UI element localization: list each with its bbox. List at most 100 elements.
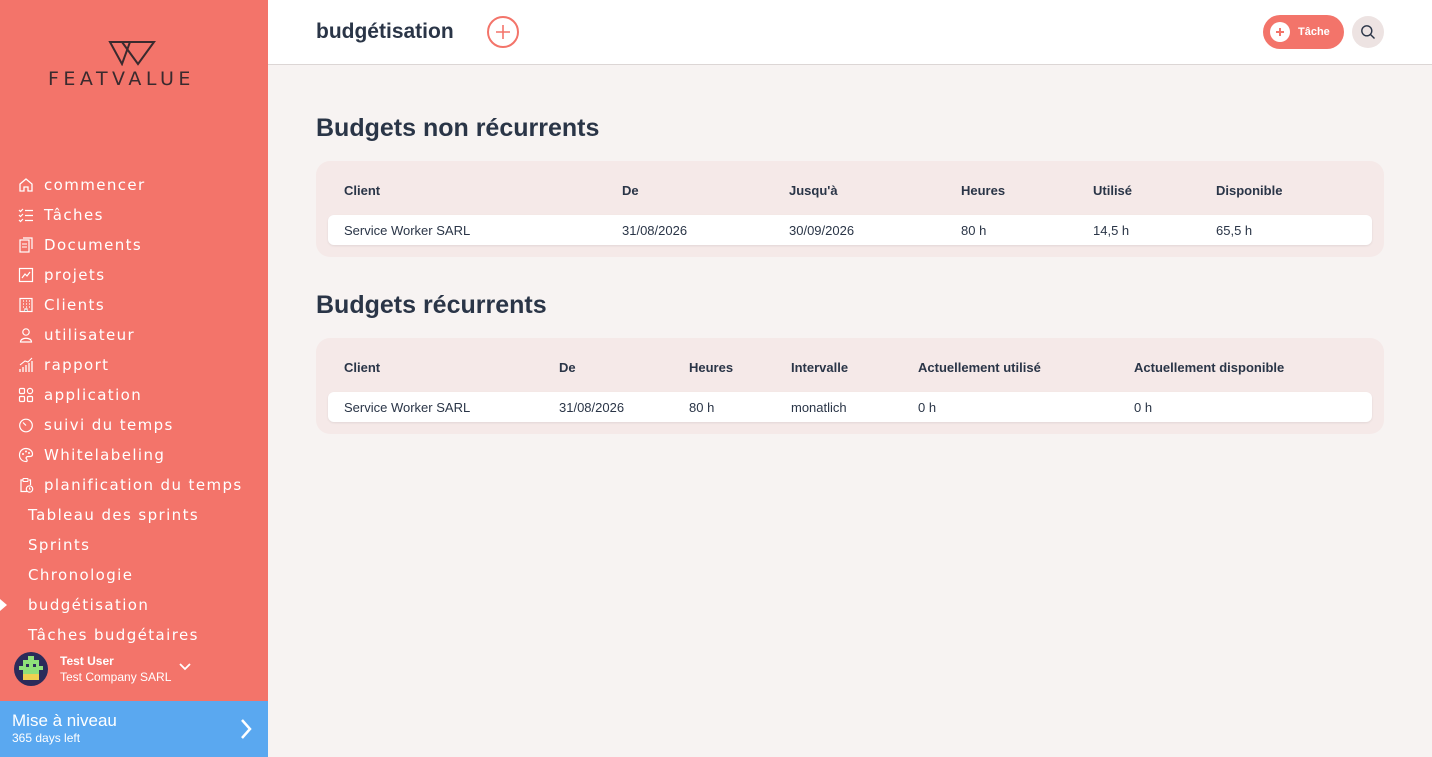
- documents-icon: [17, 236, 35, 254]
- active-indicator: [0, 599, 7, 611]
- sidebar-item-label: Tâches budgétaires: [28, 626, 199, 644]
- user-menu[interactable]: Test User Test Company SARL: [14, 651, 254, 687]
- sidebar-item-utilisateur[interactable]: utilisateur: [0, 320, 268, 350]
- sidebar-item-label: Clients: [44, 296, 106, 314]
- schedule-icon: [17, 476, 35, 494]
- timer-icon: [17, 416, 35, 434]
- sidebar-item-chronologie[interactable]: Chronologie: [0, 560, 268, 590]
- page-title: budgétisation: [316, 20, 454, 43]
- search-icon: [1361, 25, 1375, 39]
- column-header-actuellement-disponible: Actuellement disponible: [1134, 360, 1285, 375]
- upgrade-banner[interactable]: Mise à niveau 365 days left: [0, 701, 268, 757]
- table-header: Client De Heures Intervalle Actuellement…: [316, 338, 1384, 392]
- recurring-title: Budgets récurrents: [316, 291, 547, 319]
- column-header-intervalle: Intervalle: [791, 360, 849, 375]
- column-header-actuellement-utilise: Actuellement utilisé: [918, 360, 1041, 375]
- column-header-de: De: [559, 360, 576, 375]
- brand-logo[interactable]: FEATVALUE: [48, 40, 223, 90]
- palette-icon: [17, 446, 35, 464]
- sidebar-item-projets[interactable]: projets: [0, 260, 268, 290]
- sidebar: FEATVALUE commencer Tâches Documents pro…: [0, 0, 268, 757]
- sidebar-item-tableau-des-sprints[interactable]: Tableau des sprints: [0, 500, 268, 530]
- sidebar-item-commencer[interactable]: commencer: [0, 170, 268, 200]
- sidebar-item-label: Chronologie: [28, 566, 134, 584]
- sidebar-item-label: utilisateur: [44, 326, 136, 344]
- sidebar-item-label: planification du temps: [44, 476, 243, 494]
- sidebar-item-label: rapport: [44, 356, 110, 374]
- sidebar-item-sprints[interactable]: Sprints: [0, 530, 268, 560]
- sidebar-item-label: suivi du temps: [44, 416, 174, 434]
- table-row[interactable]: Service Worker SARL 31/08/2026 30/09/202…: [328, 215, 1372, 245]
- avatar: [14, 652, 48, 686]
- report-icon: [17, 356, 35, 374]
- cell-intervalle: monatlich: [791, 400, 847, 415]
- sidebar-item-planification-du-temps[interactable]: planification du temps: [0, 470, 268, 500]
- column-header-client: Client: [344, 183, 381, 198]
- cell-jusqua: 30/09/2026: [789, 223, 855, 238]
- plus-icon: [496, 25, 510, 39]
- user-info: Test User Test Company SARL: [60, 654, 171, 684]
- logo-text: FEATVALUE: [48, 68, 195, 90]
- user-icon: [17, 326, 35, 344]
- sidebar-nav: commencer Tâches Documents projets Clien…: [0, 170, 268, 650]
- recurring-table: Client De Heures Intervalle Actuellement…: [316, 338, 1384, 434]
- sidebar-item-application[interactable]: application: [0, 380, 268, 410]
- sidebar-item-rapport[interactable]: rapport: [0, 350, 268, 380]
- upgrade-subtitle: 365 days left: [12, 731, 81, 745]
- new-task-button[interactable]: Tâche: [1263, 15, 1344, 49]
- sidebar-item-label: budgétisation: [28, 596, 150, 614]
- pixel-avatar-icon: [19, 656, 43, 680]
- table-row[interactable]: Service Worker SARL 31/08/2026 80 h mona…: [328, 392, 1372, 422]
- cell-de: 31/08/2026: [622, 223, 688, 238]
- sidebar-item-label: commencer: [44, 176, 146, 194]
- column-header-jusqua: Jusqu'à: [789, 183, 838, 198]
- sidebar-item-taches[interactable]: Tâches: [0, 200, 268, 230]
- cell-heures: 80 h: [689, 400, 715, 415]
- table-header: Client De Jusqu'à Heures Utilisé Disponi…: [316, 161, 1384, 215]
- add-budget-button[interactable]: [487, 16, 519, 48]
- sidebar-item-label: Tâches: [44, 206, 104, 224]
- new-task-label: Tâche: [1298, 26, 1330, 38]
- sidebar-item-label: Sprints: [28, 536, 91, 554]
- sidebar-item-taches-budgetaires[interactable]: Tâches budgétaires: [0, 620, 268, 650]
- column-header-heures: Heures: [689, 360, 734, 375]
- cell-de: 31/08/2026: [559, 400, 625, 415]
- sidebar-item-clients[interactable]: Clients: [0, 290, 268, 320]
- cell-actuellement-utilise: 0 h: [918, 400, 937, 415]
- logo-mark-icon: [108, 41, 156, 66]
- column-header-heures: Heures: [961, 183, 1006, 198]
- projects-icon: [17, 266, 35, 284]
- cell-heures: 80 h: [961, 223, 987, 238]
- cell-disponible: 65,5 h: [1216, 223, 1253, 238]
- upgrade-title: Mise à niveau: [12, 711, 117, 730]
- user-company: Test Company SARL: [60, 670, 172, 684]
- non-recurring-table: Client De Jusqu'à Heures Utilisé Disponi…: [316, 161, 1384, 257]
- chevron-down-icon[interactable]: [179, 658, 192, 676]
- non-recurring-title: Budgets non récurrents: [316, 114, 600, 142]
- sidebar-item-budgetisation[interactable]: budgétisation: [0, 590, 268, 620]
- sidebar-item-label: Documents: [44, 236, 143, 254]
- top-header: budgétisation Tâche: [268, 0, 1432, 65]
- sidebar-item-label: Whitelabeling: [44, 446, 166, 464]
- home-icon: [17, 176, 35, 194]
- task-list-icon: [17, 206, 35, 224]
- column-header-de: De: [622, 183, 639, 198]
- cell-client: Service Worker SARL: [344, 223, 471, 238]
- user-name: Test User: [60, 654, 114, 668]
- chevron-right-icon: [240, 718, 252, 745]
- sidebar-item-label: application: [44, 386, 143, 404]
- cell-client: Service Worker SARL: [344, 400, 471, 415]
- sidebar-item-label: projets: [44, 266, 106, 284]
- column-header-disponible: Disponible: [1216, 183, 1283, 198]
- cell-actuellement-disponible: 0 h: [1134, 400, 1153, 415]
- plus-icon: [1270, 22, 1290, 42]
- sidebar-item-suivi-du-temps[interactable]: suivi du temps: [0, 410, 268, 440]
- column-header-client: Client: [344, 360, 381, 375]
- cell-utilise: 14,5 h: [1093, 223, 1130, 238]
- sidebar-item-label: Tableau des sprints: [28, 506, 200, 524]
- sidebar-item-whitelabeling[interactable]: Whitelabeling: [0, 440, 268, 470]
- column-header-utilise: Utilisé: [1093, 183, 1133, 198]
- sidebar-item-documents[interactable]: Documents: [0, 230, 268, 260]
- building-icon: [17, 296, 35, 314]
- search-button[interactable]: [1352, 16, 1384, 48]
